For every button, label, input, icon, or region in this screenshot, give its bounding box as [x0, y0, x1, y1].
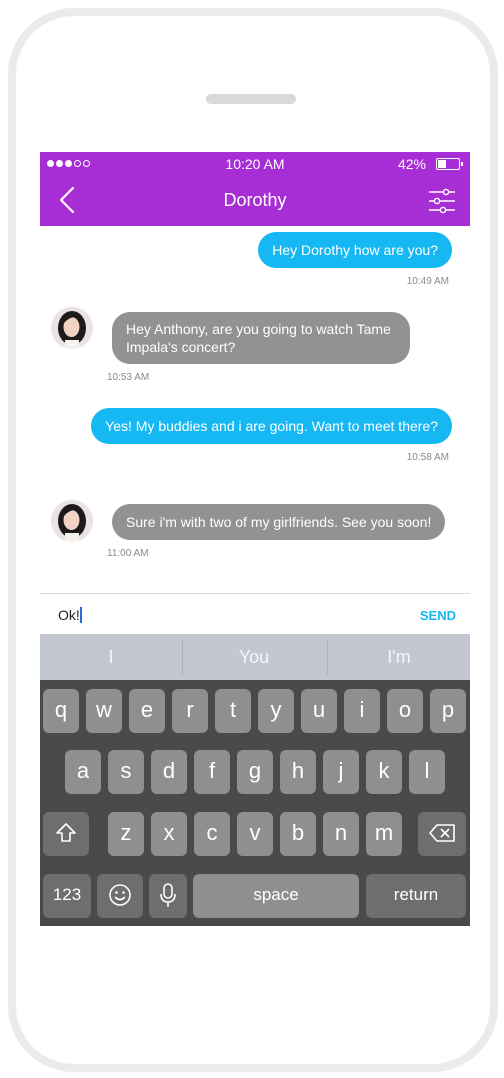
battery-level: [438, 160, 446, 168]
backspace-icon: [429, 824, 455, 842]
contact-name: Dorothy: [223, 190, 287, 210]
key-i[interactable]: i: [344, 689, 380, 733]
key-o[interactable]: o: [387, 689, 423, 733]
text-caret: [79, 607, 82, 623]
dictation-key[interactable]: [149, 874, 187, 918]
battery-percent: 42%: [397, 156, 426, 172]
incoming-message-bubble[interactable]: Hey Anthony, are you going to watch Tame…: [112, 312, 410, 364]
message-timestamp: 10:53 AM: [107, 372, 150, 383]
key-y[interactable]: y: [258, 689, 294, 733]
key-r[interactable]: r: [172, 689, 208, 733]
key-s[interactable]: s: [108, 750, 144, 794]
chat-header: 10:20 AM 42% Dorothy: [40, 152, 470, 226]
battery-icon: [436, 158, 463, 170]
key-v[interactable]: v: [237, 812, 273, 856]
key-n[interactable]: n: [323, 812, 359, 856]
message-timestamp: 10:49 AM: [406, 276, 449, 287]
message-timestamp: 10:58 AM: [406, 452, 449, 463]
shift-key[interactable]: [43, 812, 89, 856]
key-x[interactable]: x: [151, 812, 187, 856]
key-j[interactable]: j: [323, 750, 359, 794]
key-a[interactable]: a: [65, 750, 101, 794]
key-h[interactable]: h: [280, 750, 316, 794]
emoji-smiley-icon: [109, 884, 131, 906]
shift-arrow-icon: [56, 823, 76, 842]
chat-screen: 10:20 AM 42% Dorothy Hey Dorothy how are…: [40, 152, 470, 926]
predictive-bar: I You I'm: [40, 634, 470, 680]
message-input-value: Ok!: [58, 607, 80, 623]
key-t[interactable]: t: [215, 689, 251, 733]
keyboard: q w e r t y u i o p a s d f g h j k l z …: [40, 680, 470, 926]
key-k[interactable]: k: [366, 750, 402, 794]
contact-avatar[interactable]: [51, 500, 93, 542]
avatar-photo-icon: [51, 307, 93, 349]
key-q[interactable]: q: [43, 689, 79, 733]
filter-sliders-icon[interactable]: [428, 187, 456, 215]
backspace-key[interactable]: [418, 812, 466, 856]
return-key[interactable]: return: [366, 874, 466, 918]
key-g[interactable]: g: [237, 750, 273, 794]
suggestion-item[interactable]: You: [183, 634, 325, 680]
contact-avatar[interactable]: [51, 307, 93, 349]
emoji-key[interactable]: [97, 874, 143, 918]
key-e[interactable]: e: [129, 689, 165, 733]
outgoing-message-bubble[interactable]: Hey Dorothy how are you?: [258, 232, 452, 268]
key-f[interactable]: f: [194, 750, 230, 794]
message-timestamp: 11:00 AM: [107, 548, 149, 559]
incoming-message-bubble[interactable]: Sure i'm with two of my girlfriends. See…: [112, 504, 446, 540]
suggestion-item[interactable]: I'm: [328, 634, 470, 680]
phone-speaker: [206, 94, 296, 104]
status-bar: 10:20 AM 42%: [40, 152, 470, 176]
key-m[interactable]: m: [366, 812, 402, 856]
key-w[interactable]: w: [86, 689, 122, 733]
avatar-photo-icon: [51, 500, 93, 542]
key-p[interactable]: p: [430, 689, 466, 733]
microphone-icon: [160, 883, 176, 907]
key-z[interactable]: z: [108, 812, 144, 856]
key-b[interactable]: b: [280, 812, 316, 856]
space-key[interactable]: space: [193, 874, 359, 918]
key-d[interactable]: d: [151, 750, 187, 794]
outgoing-message-bubble[interactable]: Yes! My buddies and i are going. Want to…: [91, 408, 452, 444]
send-button[interactable]: SEND: [420, 608, 456, 623]
key-c[interactable]: c: [194, 812, 230, 856]
suggestion-item[interactable]: I: [40, 634, 182, 680]
key-u[interactable]: u: [301, 689, 337, 733]
numbers-key[interactable]: 123: [43, 874, 91, 918]
message-input[interactable]: Ok!: [58, 607, 82, 623]
key-l[interactable]: l: [409, 750, 445, 794]
